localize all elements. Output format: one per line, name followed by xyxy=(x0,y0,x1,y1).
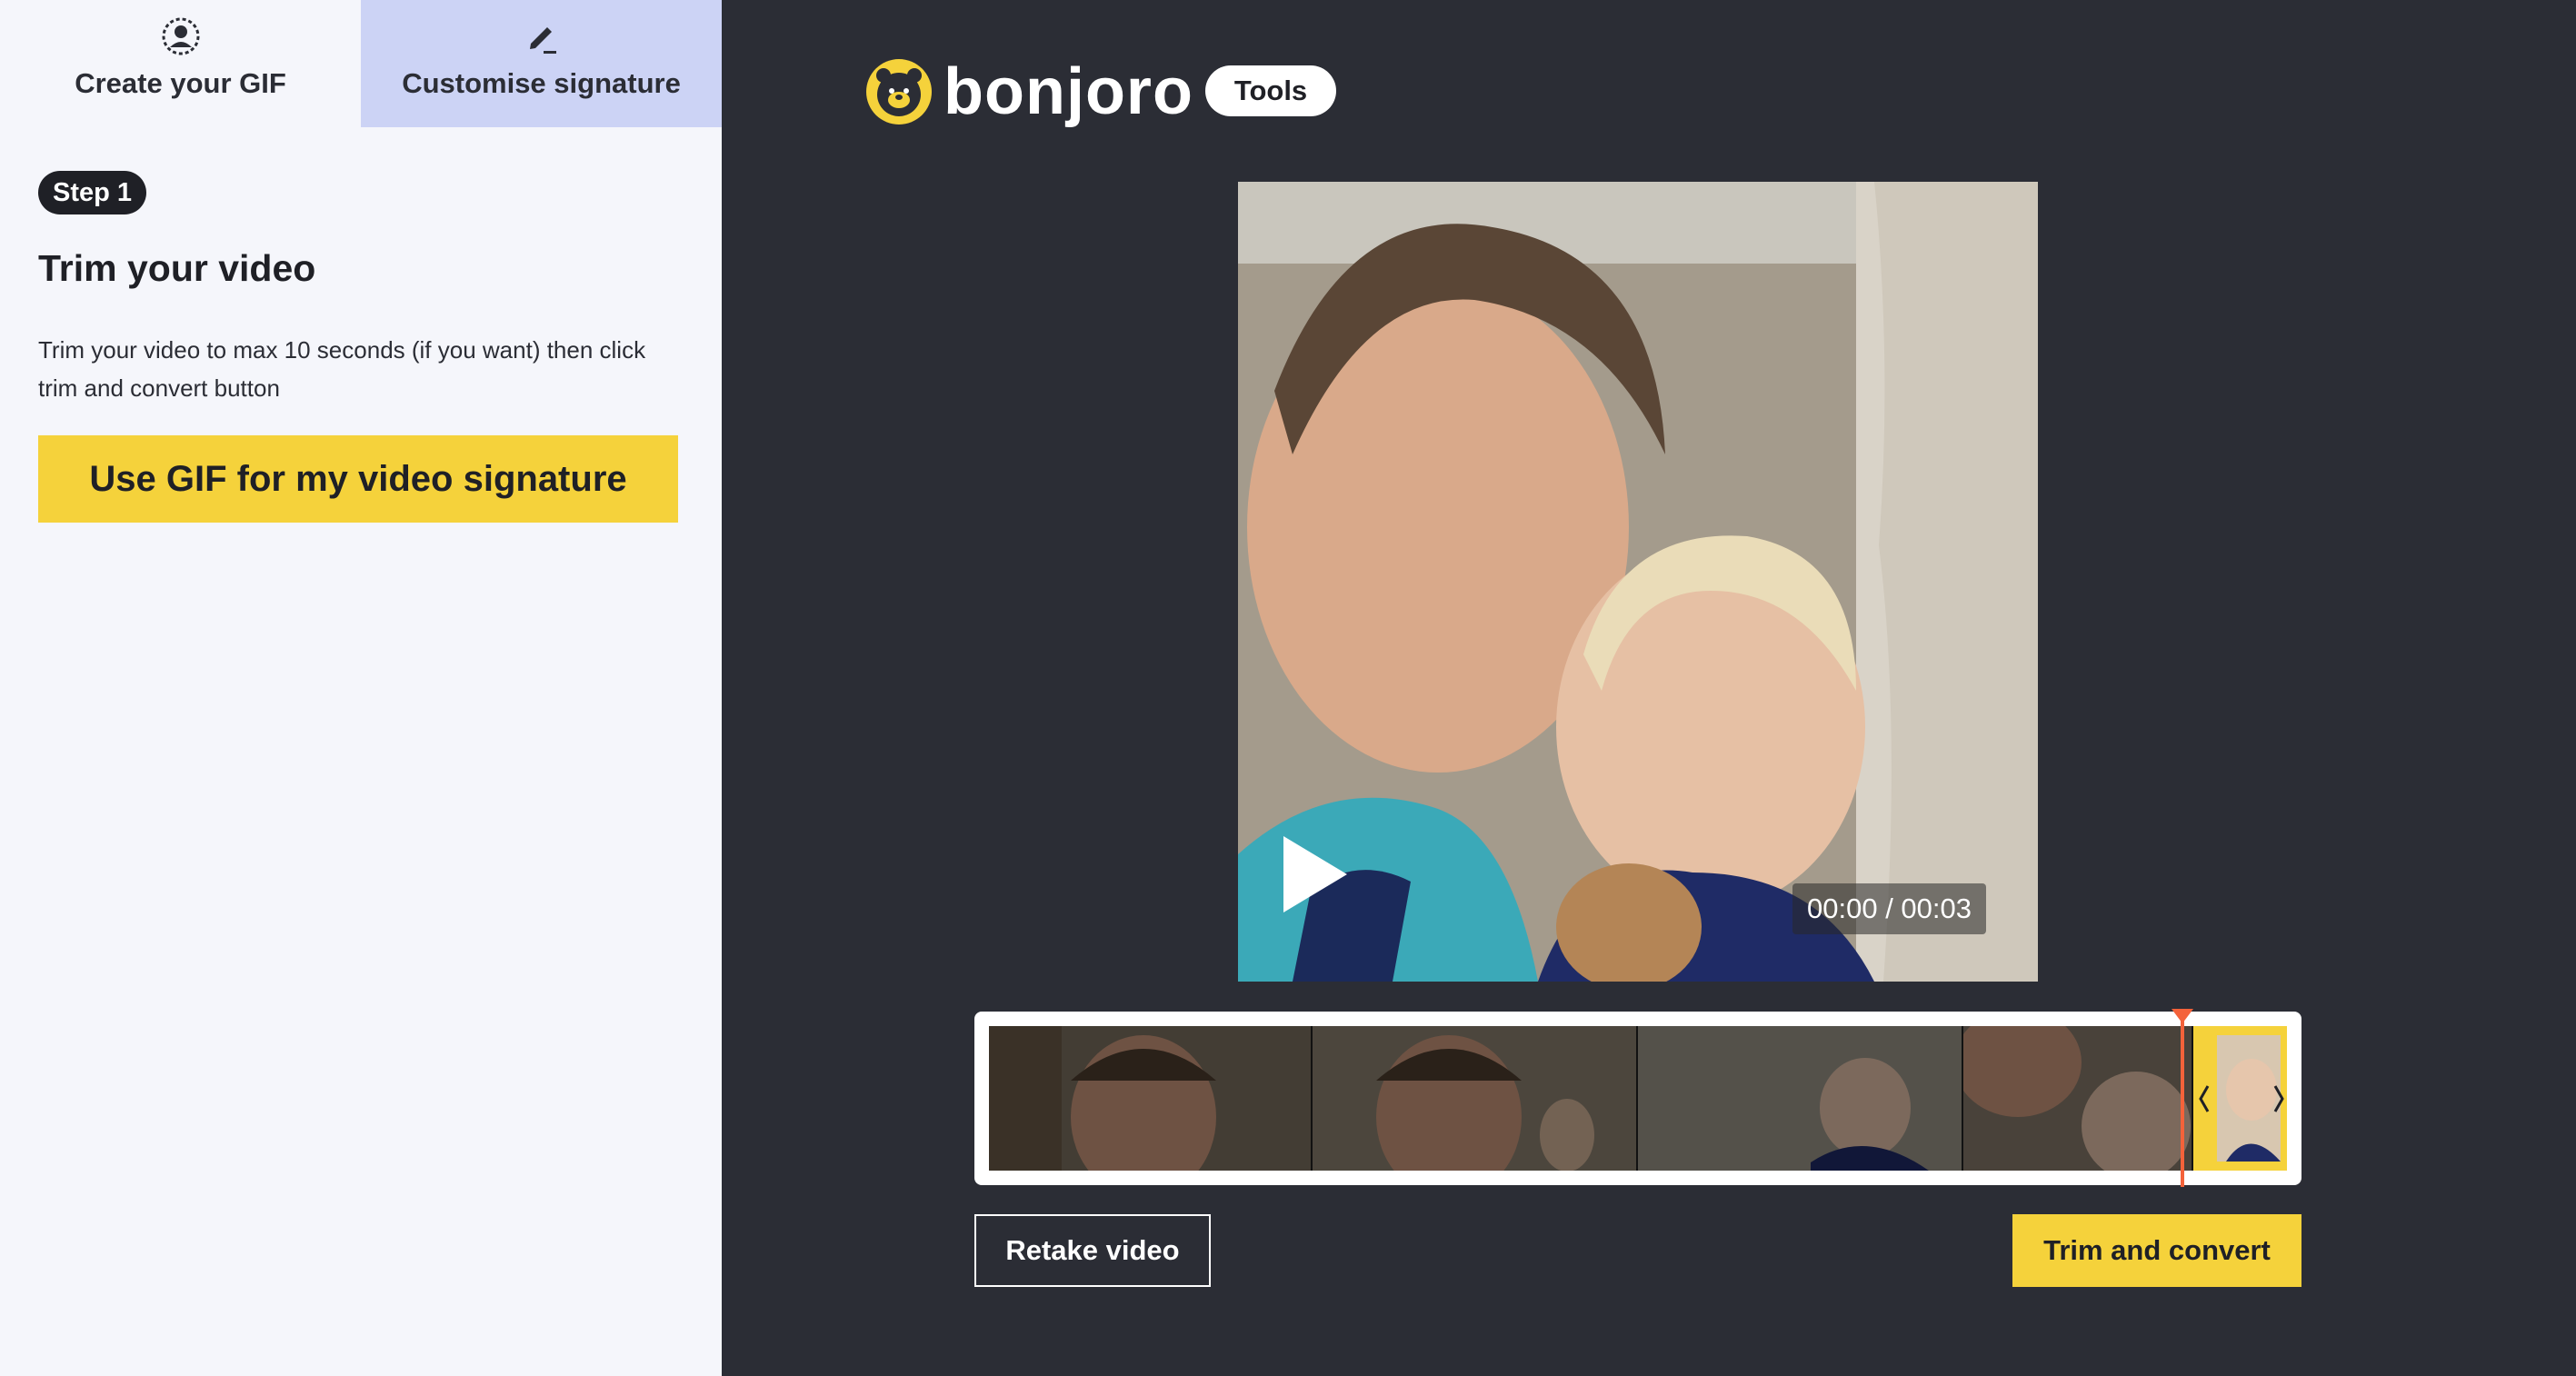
playhead-marker-icon xyxy=(2172,1009,2193,1023)
tab-customise-signature-label: Customise signature xyxy=(402,67,681,99)
timeline-filmstrip xyxy=(989,1026,2287,1171)
timeline-playhead[interactable] xyxy=(2181,1009,2184,1187)
video-preview[interactable]: 00:00 / 00:03 xyxy=(1238,182,2038,982)
step-badge: Step 1 xyxy=(38,171,147,214)
video-frame-image xyxy=(1238,182,2038,982)
tab-create-gif[interactable]: Create your GIF xyxy=(0,0,361,127)
timeline-unselected-overlay xyxy=(989,1026,2193,1171)
trim-and-convert-button[interactable]: Trim and convert xyxy=(2012,1214,2301,1287)
pencil-icon xyxy=(529,27,556,54)
use-gif-signature-button[interactable]: Use GIF for my video signature xyxy=(38,435,678,523)
brand-name: bonjoro xyxy=(944,55,1193,128)
chevron-right-icon[interactable] xyxy=(2270,1081,2287,1117)
chevron-left-icon[interactable] xyxy=(2195,1081,2213,1117)
timeline-selection[interactable] xyxy=(2193,1026,2287,1171)
step-description: Trim your video to max 10 seconds (if yo… xyxy=(38,336,646,402)
tab-create-gif-label: Create your GIF xyxy=(75,67,286,99)
sidebar: Create your GIF Customise signature Step… xyxy=(0,0,722,1376)
timeline-trimmer[interactable] xyxy=(974,1012,2301,1185)
retake-video-button[interactable]: Retake video xyxy=(974,1214,1211,1287)
tools-button[interactable]: Tools xyxy=(1205,65,1336,116)
tab-customise-signature[interactable]: Customise signature xyxy=(361,0,722,127)
video-time-readout: 00:00 / 00:03 xyxy=(1792,883,1986,934)
bear-face-icon xyxy=(866,59,932,125)
play-icon[interactable] xyxy=(1278,833,1351,916)
step-title: Trim your video xyxy=(38,247,316,289)
user-circle-icon xyxy=(162,17,199,55)
